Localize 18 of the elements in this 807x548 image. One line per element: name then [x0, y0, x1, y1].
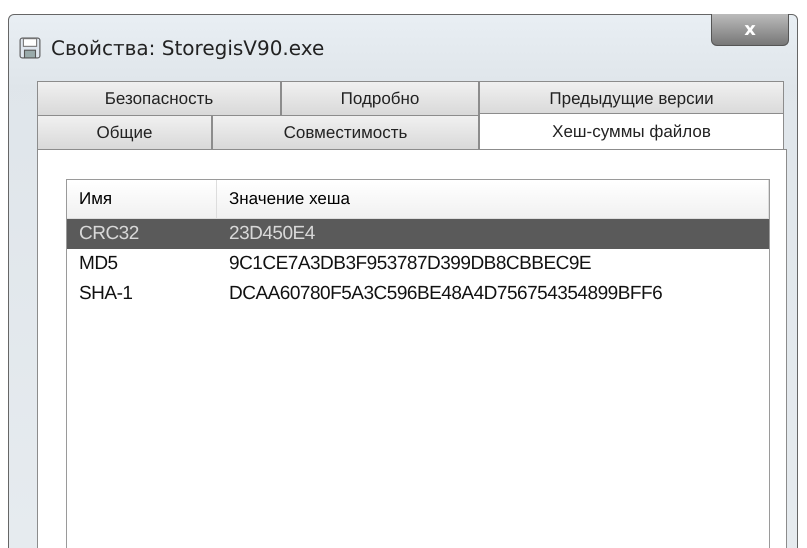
- hash-value: 23D450E4: [228, 223, 315, 245]
- tab[interactable]: Совместимость: [212, 115, 479, 149]
- column-header[interactable]: Имя: [67, 180, 217, 218]
- tab[interactable]: Предыдущие версии: [479, 81, 784, 115]
- tab[interactable]: Подробно: [281, 81, 479, 115]
- hash-name: MD5: [78, 253, 119, 275]
- hash-value: 9C1CE7A3DB3F953787D399DB8CBBEC9E: [228, 253, 592, 275]
- window-title: Свойства: StoregisV90.exe: [51, 36, 324, 60]
- tab[interactable]: Общие: [37, 115, 212, 149]
- list-row[interactable]: MD5 9C1CE7A3DB3F953787D399DB8CBBEC9E: [67, 249, 769, 279]
- hash-name: SHA-1: [78, 283, 134, 305]
- list-row[interactable]: SHA-1 DCAA60780F5A3C596BE48A4D756754354899BFF6: [67, 279, 769, 309]
- hash-name: CRC32: [78, 223, 140, 245]
- tab[interactable]: Хеш-суммы файлов: [479, 113, 784, 149]
- list-row[interactable]: CRC32 23D450E4: [67, 219, 769, 249]
- tab[interactable]: Безопасность: [37, 81, 281, 115]
- column-header[interactable]: Значение хеша: [217, 180, 769, 218]
- hash-value: DCAA60780F5A3C596BE48A4D756754354899BFF6: [228, 283, 662, 305]
